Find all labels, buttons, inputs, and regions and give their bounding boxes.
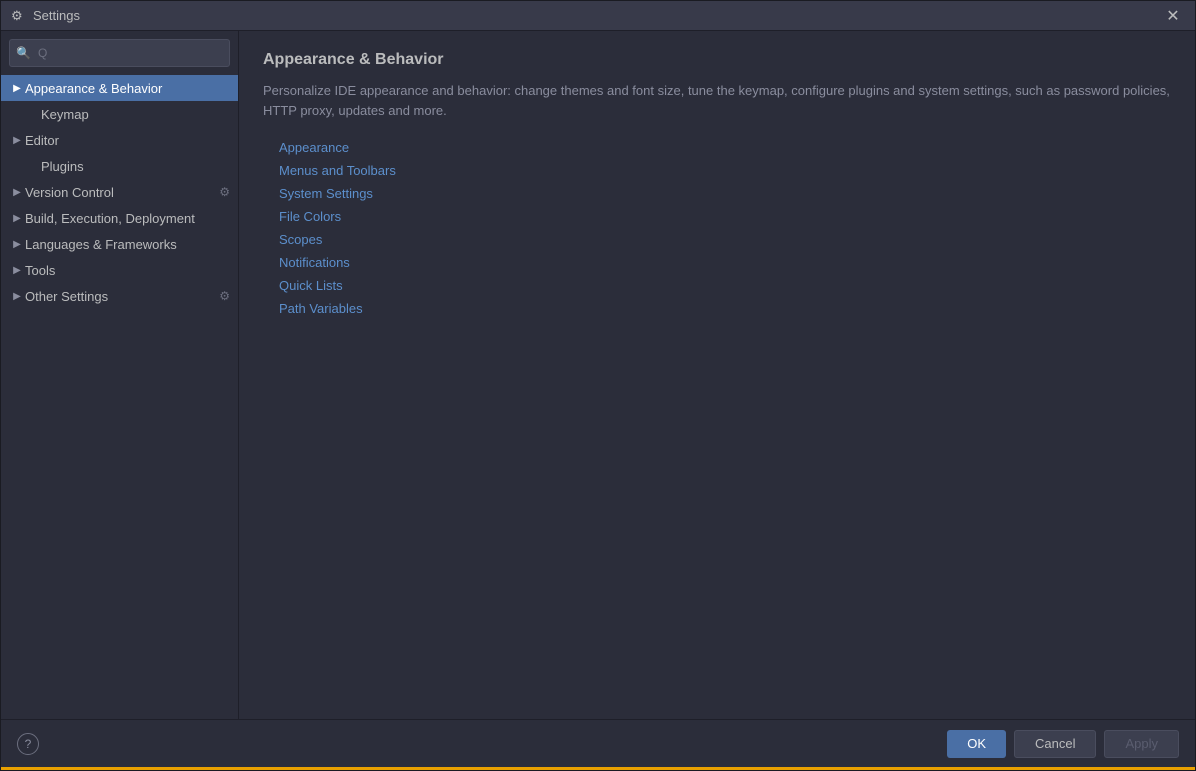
main-content: 🔍 ▶ Appearance & Behavior Keymap ▶ Edito… — [1, 31, 1195, 719]
sub-link-notifications[interactable]: Notifications — [279, 255, 1171, 270]
sidebar-label-build-execution: Build, Execution, Deployment — [25, 211, 195, 226]
sub-link-system-settings[interactable]: System Settings — [279, 186, 1171, 201]
panel-description: Personalize IDE appearance and behavior:… — [263, 81, 1171, 120]
sidebar-item-plugins[interactable]: Plugins — [1, 153, 238, 179]
search-box: 🔍 — [9, 39, 230, 67]
arrow-icon-languages-frameworks: ▶ — [9, 236, 25, 252]
gear-icon-version-control: ⚙ — [219, 185, 230, 199]
gear-icon-other-settings: ⚙ — [219, 289, 230, 303]
cancel-button[interactable]: Cancel — [1014, 730, 1096, 758]
arrow-icon-appearance-behavior: ▶ — [9, 80, 25, 96]
sidebar-label-keymap: Keymap — [41, 107, 89, 122]
sub-link-menus-toolbars[interactable]: Menus and Toolbars — [279, 163, 1171, 178]
arrow-icon-version-control: ▶ — [9, 184, 25, 200]
arrow-icon-tools: ▶ — [9, 262, 25, 278]
arrow-icon-keymap — [25, 106, 41, 122]
panel-title: Appearance & Behavior — [263, 51, 1171, 69]
right-panel: Appearance & Behavior Personalize IDE ap… — [239, 31, 1195, 719]
action-buttons: OK Cancel Apply — [947, 730, 1179, 758]
sub-link-quick-lists[interactable]: Quick Lists — [279, 278, 1171, 293]
sidebar-label-appearance-behavior: Appearance & Behavior — [25, 81, 162, 96]
sidebar-label-tools: Tools — [25, 263, 55, 278]
arrow-icon-plugins — [25, 158, 41, 174]
sidebar-item-other-settings[interactable]: ▶ Other Settings ⚙ — [1, 283, 238, 309]
arrow-icon-editor: ▶ — [9, 132, 25, 148]
sidebar-item-appearance-behavior[interactable]: ▶ Appearance & Behavior — [1, 75, 238, 101]
search-icon: 🔍 — [16, 46, 31, 60]
ok-button[interactable]: OK — [947, 730, 1006, 758]
sub-link-file-colors[interactable]: File Colors — [279, 209, 1171, 224]
sidebar: 🔍 ▶ Appearance & Behavior Keymap ▶ Edito… — [1, 31, 239, 719]
apply-button[interactable]: Apply — [1104, 730, 1179, 758]
sidebar-label-version-control: Version Control — [25, 185, 114, 200]
sidebar-item-build-execution[interactable]: ▶ Build, Execution, Deployment — [1, 205, 238, 231]
window-title: Settings — [33, 8, 1161, 23]
sidebar-item-languages-frameworks[interactable]: ▶ Languages & Frameworks — [1, 231, 238, 257]
title-bar: ⚙ Settings ✕ — [1, 1, 1195, 31]
sidebar-item-keymap[interactable]: Keymap — [1, 101, 238, 127]
sidebar-item-editor[interactable]: ▶ Editor — [1, 127, 238, 153]
sidebar-item-tools[interactable]: ▶ Tools — [1, 257, 238, 283]
bottom-accent-line — [1, 767, 1195, 770]
sidebar-label-plugins: Plugins — [41, 159, 84, 174]
sub-links-list: Appearance Menus and Toolbars System Set… — [263, 140, 1171, 316]
arrow-icon-build-execution: ▶ — [9, 210, 25, 226]
bottom-bar: ? OK Cancel Apply — [1, 719, 1195, 767]
help-button[interactable]: ? — [17, 733, 39, 755]
close-button[interactable]: ✕ — [1161, 4, 1185, 28]
sub-link-scopes[interactable]: Scopes — [279, 232, 1171, 247]
sidebar-label-editor: Editor — [25, 133, 59, 148]
sidebar-item-version-control[interactable]: ▶ Version Control ⚙ — [1, 179, 238, 205]
sidebar-label-other-settings: Other Settings — [25, 289, 108, 304]
sidebar-label-languages-frameworks: Languages & Frameworks — [25, 237, 177, 252]
arrow-icon-other-settings: ▶ — [9, 288, 25, 304]
app-icon: ⚙ — [11, 8, 27, 24]
settings-window: ⚙ Settings ✕ 🔍 ▶ Appearance & Behavior K… — [0, 0, 1196, 771]
sub-link-path-variables[interactable]: Path Variables — [279, 301, 1171, 316]
sub-link-appearance[interactable]: Appearance — [279, 140, 1171, 155]
search-input[interactable] — [9, 39, 230, 67]
